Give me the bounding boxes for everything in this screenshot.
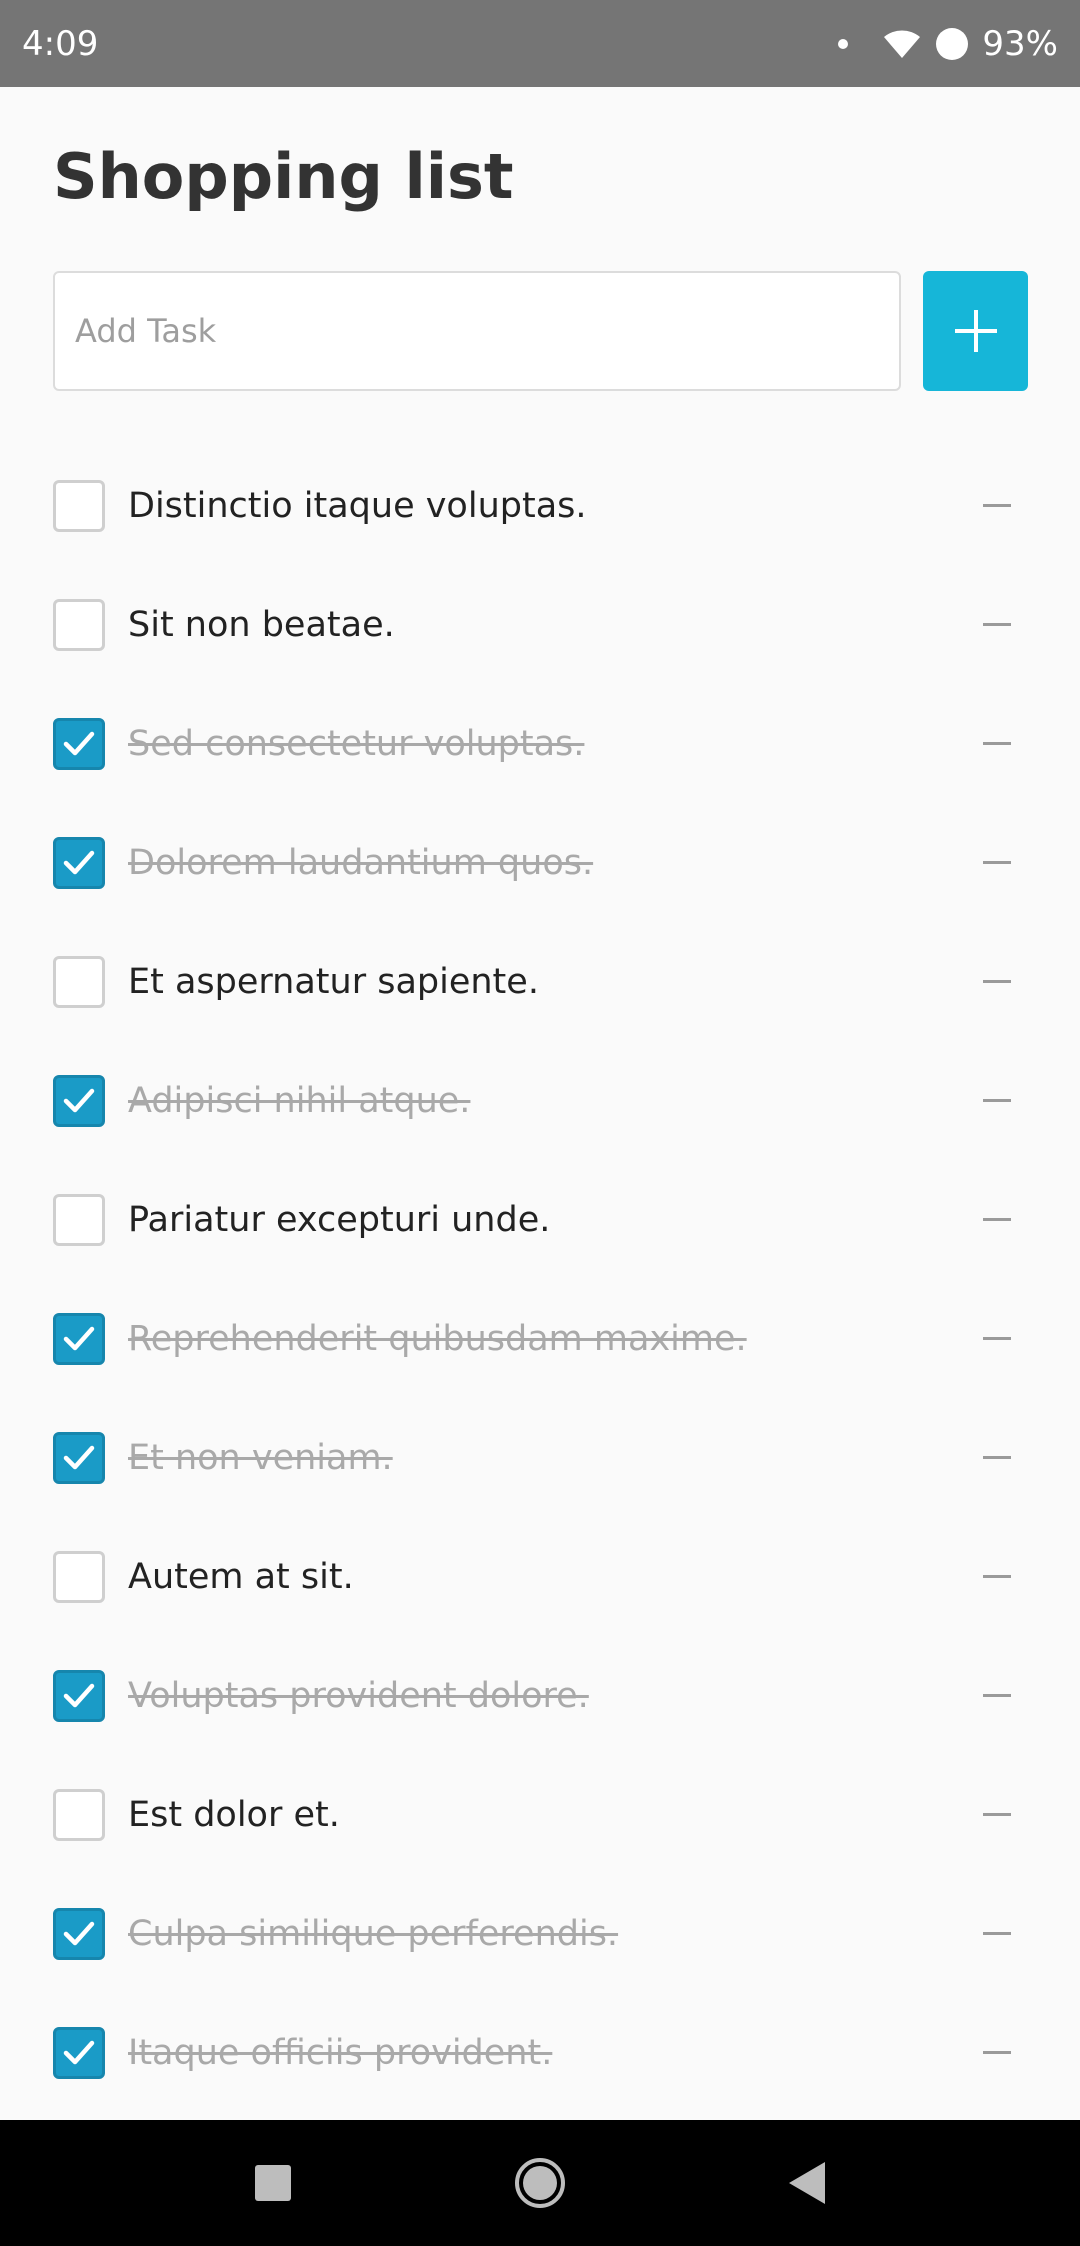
task-checkbox[interactable] — [53, 717, 105, 770]
battery-icon — [936, 27, 969, 60]
task-checkbox[interactable] — [53, 1669, 105, 1722]
recents-button[interactable] — [243, 2153, 303, 2213]
task-item: Pariatur excepturi unde. — [0, 1160, 1080, 1279]
task-label: Pariatur excepturi unde. — [128, 1199, 551, 1240]
task-checkbox[interactable] — [53, 1550, 105, 1603]
task-label: Distinctio itaque voluptas. — [128, 485, 587, 526]
remove-task-button[interactable] — [980, 1203, 1014, 1237]
minus-icon — [983, 1694, 1011, 1697]
task-label: Et non veniam. — [128, 1437, 393, 1478]
task-checkbox[interactable] — [53, 2026, 105, 2079]
add-task-input[interactable] — [53, 271, 901, 391]
home-circle-icon — [514, 2158, 565, 2208]
checkmark-icon — [63, 1683, 95, 1707]
task-checkbox[interactable] — [53, 1074, 105, 1127]
minus-icon — [983, 1932, 1011, 1935]
page-title: Shopping list — [53, 140, 514, 213]
status-time: 4:09 — [22, 23, 99, 64]
task-label: Sed consectetur voluptas. — [128, 723, 585, 764]
battery-percent: 93% — [982, 23, 1058, 64]
task-checkbox[interactable] — [53, 955, 105, 1008]
task-checkbox[interactable] — [53, 1907, 105, 1960]
remove-task-button[interactable] — [980, 1679, 1014, 1713]
task-checkbox[interactable] — [53, 1193, 105, 1246]
checkmark-icon — [63, 1921, 95, 1945]
remove-task-button[interactable] — [980, 608, 1014, 642]
task-checkbox[interactable] — [53, 836, 105, 889]
remove-task-button[interactable] — [980, 2036, 1014, 2070]
minus-icon — [983, 1218, 1011, 1221]
wifi-icon — [884, 29, 921, 58]
task-label: Voluptas provident dolore. — [128, 1675, 589, 1716]
minus-icon — [983, 980, 1011, 983]
minus-icon — [983, 1099, 1011, 1102]
task-item: Culpa similique perferendis. — [0, 1874, 1080, 1993]
remove-task-button[interactable] — [980, 965, 1014, 999]
checkmark-icon — [63, 1445, 95, 1469]
remove-task-button[interactable] — [980, 1084, 1014, 1118]
task-label: Et aspernatur sapiente. — [128, 961, 539, 1002]
back-button[interactable] — [777, 2153, 837, 2213]
remove-task-button[interactable] — [980, 1917, 1014, 1951]
task-label: Autem at sit. — [128, 1556, 354, 1597]
minus-icon — [983, 623, 1011, 626]
task-label: Reprehenderit quibusdam maxime. — [128, 1318, 747, 1359]
checkmark-icon — [63, 2040, 95, 2064]
task-checkbox[interactable] — [53, 598, 105, 651]
task-item: Adipisci nihil atque. — [0, 1041, 1080, 1160]
task-item: Reprehenderit quibusdam maxime. — [0, 1279, 1080, 1398]
home-button[interactable] — [510, 2153, 570, 2213]
minus-icon — [983, 1337, 1011, 1340]
task-item: Sit non beatae. — [0, 565, 1080, 684]
checkmark-icon — [63, 731, 95, 755]
minus-icon — [983, 1575, 1011, 1578]
add-task-button[interactable] — [923, 271, 1028, 391]
task-item: Et non veniam. — [0, 1398, 1080, 1517]
task-checkbox[interactable] — [53, 479, 105, 532]
remove-task-button[interactable] — [980, 1441, 1014, 1475]
remove-task-button[interactable] — [980, 1322, 1014, 1356]
task-item: Dolorem laudantium quos. — [0, 803, 1080, 922]
checkmark-icon — [63, 1326, 95, 1350]
minus-icon — [983, 504, 1011, 507]
task-checkbox[interactable] — [53, 1431, 105, 1484]
checkmark-icon — [63, 1088, 95, 1112]
task-item: Et aspernatur sapiente. — [0, 922, 1080, 1041]
minus-icon — [983, 1813, 1011, 1816]
remove-task-button[interactable] — [980, 846, 1014, 880]
task-item: Est dolor et. — [0, 1755, 1080, 1874]
back-triangle-icon — [788, 2162, 825, 2204]
task-item: Sed consectetur voluptas. — [0, 684, 1080, 803]
remove-task-button[interactable] — [980, 1798, 1014, 1832]
task-label: Dolorem laudantium quos. — [128, 842, 594, 883]
minus-icon — [983, 742, 1011, 745]
remove-task-button[interactable] — [980, 489, 1014, 523]
plus-icon — [954, 310, 997, 352]
remove-task-button[interactable] — [980, 1560, 1014, 1594]
task-item: Distinctio itaque voluptas. — [0, 446, 1080, 565]
task-label: Adipisci nihil atque. — [128, 1080, 471, 1121]
task-item: Autem at sit. — [0, 1517, 1080, 1636]
task-label: Itaque officiis provident. — [128, 2032, 553, 2073]
task-label: Culpa similique perferendis. — [128, 1913, 619, 1954]
minus-icon — [983, 1456, 1011, 1459]
minus-icon — [983, 2051, 1011, 2054]
nav-bar — [0, 2120, 1080, 2246]
status-bar: 4:09 93% — [0, 0, 1080, 87]
task-item: Voluptas provident dolore. — [0, 1636, 1080, 1755]
task-label: Sit non beatae. — [128, 604, 395, 645]
task-item: Itaque officiis provident. — [0, 1993, 1080, 2112]
task-checkbox[interactable] — [53, 1788, 105, 1841]
recents-square-icon — [255, 2165, 292, 2201]
task-list: Distinctio itaque voluptas. Sit non beata… — [0, 446, 1080, 2112]
task-checkbox[interactable] — [53, 1312, 105, 1365]
remove-task-button[interactable] — [980, 727, 1014, 761]
status-icons: 93% — [838, 24, 1058, 64]
checkmark-icon — [63, 850, 95, 874]
task-label: Est dolor et. — [128, 1794, 340, 1835]
notification-dot-icon — [838, 38, 849, 49]
minus-icon — [983, 861, 1011, 864]
